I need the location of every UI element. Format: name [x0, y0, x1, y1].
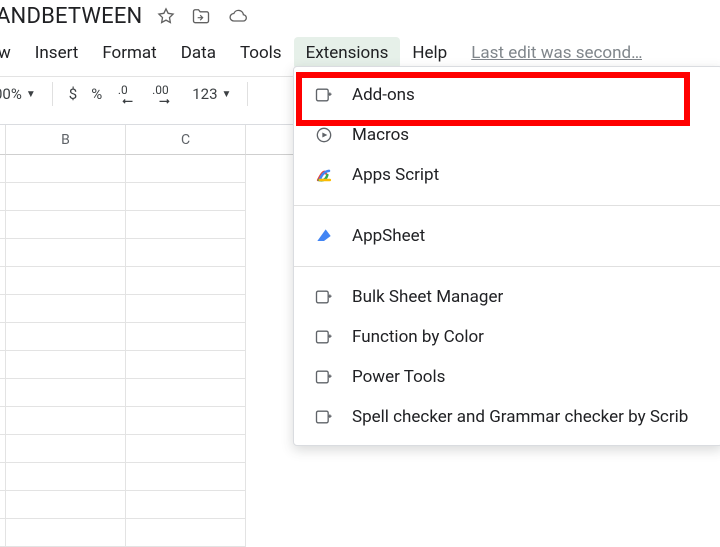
menu-help[interactable]: Help [400, 37, 459, 69]
zoom-value: 00% [0, 85, 22, 103]
decrease-decimal-button[interactable]: .0 [116, 83, 138, 105]
percent-format-button[interactable]: % [91, 85, 102, 103]
column-header[interactable]: C [126, 125, 246, 155]
column-header[interactable]: B [6, 125, 126, 155]
addons-icon [314, 327, 334, 347]
ext-macros[interactable]: Macros [294, 115, 720, 155]
currency-format-button[interactable]: $ [69, 85, 77, 103]
addons-icon [314, 85, 334, 105]
ext-appsheet[interactable]: AppSheet [294, 216, 720, 256]
appsheet-icon [314, 226, 334, 246]
last-edit-link[interactable]: Last edit was second… [459, 43, 642, 63]
menu-view-trunc[interactable]: w [0, 37, 23, 69]
menu-format[interactable]: Format [90, 37, 168, 69]
menu-data[interactable]: Data [169, 37, 228, 69]
ext-addons[interactable]: Add-ons [294, 75, 720, 115]
menu-divider [294, 205, 720, 206]
increase-decimal-button[interactable]: .00 [152, 83, 178, 105]
ext-addons-label: Add-ons [352, 85, 415, 105]
menu-extensions[interactable]: Extensions [294, 37, 401, 69]
svg-text:.0: .0 [118, 83, 128, 97]
caret-down-icon: ▼ [26, 89, 36, 100]
ext-function-by-color[interactable]: Function by Color [294, 317, 720, 357]
menu-tools[interactable]: Tools [228, 37, 294, 69]
menubar: w Insert Format Data Tools Extensions He… [0, 36, 720, 70]
document-title[interactable]: ANDBETWEEN [0, 4, 142, 29]
caret-down-icon: ▼ [222, 89, 232, 100]
number-format-label: 123 [192, 85, 217, 103]
extensions-menu: Add-ons Macros Apps Script AppSheet [293, 66, 720, 446]
ext-fn-by-color-label: Function by Color [352, 327, 484, 347]
ext-spell-checker[interactable]: Spell checker and Grammar checker by Scr… [294, 397, 720, 437]
divider [52, 82, 53, 106]
apps-script-icon [314, 165, 334, 185]
ext-power-tools-label: Power Tools [352, 367, 445, 387]
number-format-select[interactable]: 123 ▼ [192, 85, 231, 103]
menu-insert[interactable]: Insert [23, 37, 91, 69]
ext-macros-label: Macros [352, 125, 409, 145]
star-icon[interactable] [156, 6, 176, 26]
menu-divider [294, 266, 720, 267]
ext-appsheet-label: AppSheet [352, 226, 425, 246]
ext-bulk-sheet-label: Bulk Sheet Manager [352, 287, 503, 307]
addons-icon [314, 407, 334, 427]
ext-spell-checker-label: Spell checker and Grammar checker by Scr… [352, 407, 688, 427]
ext-power-tools[interactable]: Power Tools [294, 357, 720, 397]
macros-icon [314, 125, 334, 145]
ext-apps-script[interactable]: Apps Script [294, 155, 720, 195]
ext-bulk-sheet-manager[interactable]: Bulk Sheet Manager [294, 277, 720, 317]
cloud-status-icon[interactable] [226, 6, 250, 26]
addons-icon [314, 367, 334, 387]
move-icon[interactable] [190, 6, 212, 26]
zoom-select[interactable]: 00% ▼ [0, 85, 36, 103]
svg-text:.00: .00 [152, 83, 169, 97]
addons-icon [314, 287, 334, 307]
ext-apps-script-label: Apps Script [352, 165, 439, 185]
divider [247, 82, 248, 106]
